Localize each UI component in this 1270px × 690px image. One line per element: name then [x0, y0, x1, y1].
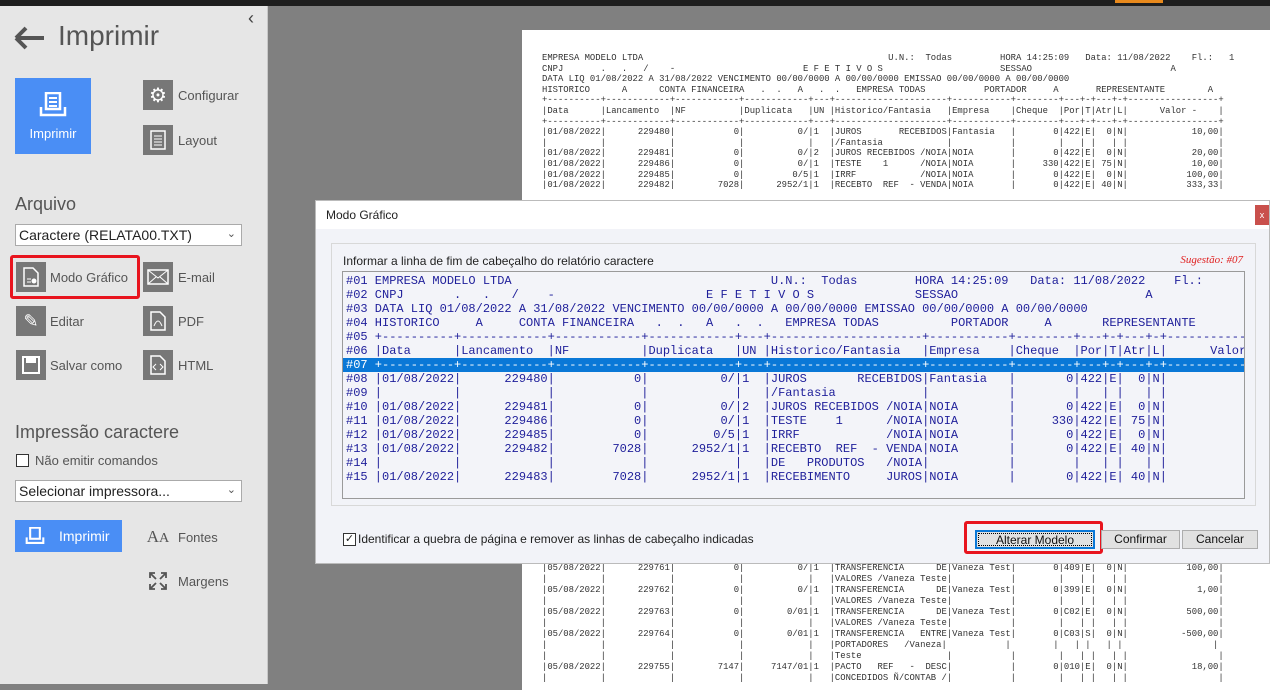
report-line: |05/08/2022| 229763| 0| 0/01|1 |TRANSFER… — [542, 607, 1224, 617]
layout-button[interactable]: Layout — [178, 133, 217, 148]
print-small-label: Imprimir — [59, 528, 110, 544]
list-item[interactable]: #06 |Data |Lancamento |NF |Duplicata |UN… — [343, 344, 1244, 358]
impressora-select[interactable]: Selecionar impressora... ⌄ — [15, 480, 242, 502]
header-line-group: Informar a linha de fim de cabeçalho do … — [331, 243, 1256, 506]
report-line: |01/08/2022| 229486| 0| 0/|1 |TESTE 1 /N… — [542, 159, 1224, 169]
arquivo-select-value: Caractere (RELATA00.TXT) — [19, 227, 192, 243]
report-line: EMPRESA MODELO LTDA U.N.: Todas HORA 14:… — [542, 53, 1235, 63]
report-line: |01/08/2022| 229482| 7028| 2952/1|1 |REC… — [542, 180, 1224, 191]
print-button-label: Imprimir — [29, 126, 77, 141]
list-item[interactable]: #10 |01/08/2022| 229481| 0| 0/|2 |JUROS … — [343, 400, 1244, 414]
remove-header-checkbox-label: Identificar a quebra de página e remover… — [358, 532, 754, 546]
printer-icon — [25, 527, 45, 544]
list-item[interactable]: #02 CNPJ . . / - E F E T I V O S SESSAO … — [343, 288, 1244, 302]
report-line: |01/08/2022| 229481| 0| 0/|2 |JUROS RECE… — [542, 148, 1224, 159]
impressao-caractere-heading: Impressão caractere — [15, 422, 180, 442]
fonts-icon[interactable]: AA — [143, 522, 173, 552]
email-button[interactable]: E-mail — [178, 270, 215, 285]
report-line: HISTORICO A CONTA FINANCEIRA . . A . . E… — [542, 84, 1214, 95]
editar-button[interactable]: Editar — [50, 314, 84, 329]
print-button-large[interactable]: Imprimir — [15, 78, 91, 154]
back-arrow-icon[interactable] — [14, 26, 46, 50]
list-item[interactable]: #15 |01/08/2022| 229483| 7028| 2952/1|1 … — [343, 470, 1244, 484]
report-line: |Data |Lancamento |NF |Duplicata |UN |Hi… — [542, 106, 1224, 116]
dialog-title: Modo Gráfico — [316, 201, 1269, 229]
impressora-select-value: Selecionar impressora... — [19, 483, 170, 499]
report-line: DATA LIQ 01/08/2022 A 31/08/2022 VENCIME… — [542, 74, 1070, 85]
alterar-modelo-button[interactable]: Alterar Modelo — [975, 530, 1095, 549]
confirmar-button[interactable]: Confirmar — [1101, 530, 1180, 549]
list-item[interactable]: #12 |01/08/2022| 229485| 0| 0/5|1 |IRRF … — [343, 428, 1244, 442]
fontes-button[interactable]: Fontes — [178, 530, 218, 545]
list-item[interactable]: #08 |01/08/2022| 229480| 0| 0/|1 |JUROS … — [343, 372, 1244, 386]
collapse-sidebar-icon[interactable]: ‹ — [248, 8, 254, 29]
margins-expand-icon[interactable] — [143, 566, 173, 596]
remove-header-checkbox[interactable]: ✓ — [343, 532, 356, 546]
list-item[interactable]: #03 DATA LIQ 01/08/2022 A 31/08/2022 VEN… — [343, 302, 1244, 316]
report-line: |05/08/2022| 229755| 7147| 7147/01|1 |PA… — [542, 662, 1224, 672]
page-title: Imprimir — [58, 20, 160, 51]
list-item[interactable]: #09 | | | | | |/Fantasia | | | | | | | — [343, 386, 1244, 400]
list-item[interactable]: #04 HISTORICO A CONTA FINANCEIRA . . A .… — [343, 316, 1244, 330]
report-line: | | | | | |Teste | | | | | | | | — [542, 651, 1224, 661]
gear-icon[interactable]: ⚙ — [143, 80, 173, 110]
nao-emitir-checkbox[interactable] — [16, 454, 29, 467]
report-line: CNPJ . . / - E F E T I V O S SESSAO A — [542, 63, 1176, 74]
report-line: +----------+------------+------------+--… — [542, 95, 1224, 106]
margens-button[interactable]: Margens — [178, 574, 229, 589]
list-item[interactable]: #05 +----------+------------+-----------… — [343, 330, 1244, 344]
printer-icon — [39, 92, 67, 117]
report-line: |05/08/2022| 229761| 0| 0/|1 |TRANSFEREN… — [542, 563, 1224, 573]
modo-grafico-button[interactable]: Modo Gráfico — [50, 270, 128, 285]
nao-emitir-label: Não emitir comandos — [35, 453, 158, 468]
list-item[interactable]: #11 |01/08/2022| 229486| 0| 0/|1 |TESTE … — [343, 414, 1244, 428]
chevron-down-icon: ⌄ — [226, 484, 236, 496]
report-line: |05/08/2022| 229764| 0| 0/01|1 |TRANSFER… — [542, 629, 1224, 639]
arquivo-select[interactable]: Caractere (RELATA00.TXT) ⌄ — [15, 224, 242, 246]
close-icon[interactable]: x — [1255, 205, 1269, 225]
cancelar-button[interactable]: Cancelar — [1182, 530, 1258, 549]
html-code-icon[interactable] — [143, 350, 173, 380]
graphic-mode-file-icon[interactable] — [16, 262, 46, 292]
remove-header-checkbox-row[interactable]: ✓ Identificar a quebra de página e remov… — [343, 532, 754, 546]
report-line: |01/08/2022| 229485| 0| 0/5|1 |IRRF /NOI… — [542, 169, 1224, 180]
envelope-icon[interactable] — [143, 262, 173, 292]
chevron-down-icon: ⌄ — [226, 228, 236, 240]
report-line: | | | | | |CONCEDIDOS Ñ/CONTAB /| | | | … — [542, 673, 1224, 683]
top-bar-accent — [1115, 0, 1163, 3]
sidebar: ‹ Imprimir Imprimir ⚙ Configurar Layout … — [0, 6, 268, 684]
pdf-button[interactable]: PDF — [178, 314, 204, 329]
modo-grafico-dialog: Modo Gráfico x Informar a linha de fim d… — [315, 200, 1270, 564]
pdf-icon[interactable] — [143, 306, 173, 336]
suggestion-label: Sugestão: #07 — [1180, 254, 1243, 266]
salvar-como-button[interactable]: Salvar como — [50, 358, 122, 373]
list-item[interactable]: #13 |01/08/2022| 229482| 7028| 2952/1|1 … — [343, 442, 1244, 456]
list-item[interactable]: #07 +----------+------------+-----------… — [343, 358, 1244, 372]
floppy-disk-icon[interactable] — [16, 350, 46, 380]
report-line: | | | | | |PORTADORES /Vaneza| | | | | |… — [542, 640, 1219, 650]
report-line: | | | | | |VALORES /Vaneza Teste| | | | … — [542, 574, 1224, 584]
list-item[interactable]: #01 EMPRESA MODELO LTDA U.N.: Todas HORA… — [343, 274, 1244, 288]
configurar-button[interactable]: Configurar — [178, 88, 239, 103]
list-item[interactable]: #14 | | | | | |DE PRODUTOS /NOIA| | | | … — [343, 456, 1244, 470]
report-line: +----------+------------+------------+--… — [542, 116, 1224, 127]
report-line: | | | | | |VALORES /Vaneza Teste| | | | … — [542, 618, 1224, 628]
print-button-small[interactable]: Imprimir — [15, 520, 122, 552]
report-line: | | | | | |/Fantasia | | | | | | | | — [542, 137, 1224, 148]
layout-document-icon[interactable] — [143, 125, 173, 155]
arquivo-heading: Arquivo — [15, 194, 77, 214]
report-line: |05/08/2022| 229762| 0| 0/|1 |TRANSFEREN… — [542, 585, 1224, 595]
pencil-icon[interactable]: ✎ — [16, 306, 46, 336]
instruction-label: Informar a linha de fim de cabeçalho do … — [343, 254, 654, 268]
report-line: | | | | | |VALORES /Vaneza Teste| | | | … — [542, 596, 1224, 606]
html-button[interactable]: HTML — [178, 358, 213, 373]
report-lines-list[interactable]: #01 EMPRESA MODELO LTDA U.N.: Todas HORA… — [342, 271, 1245, 499]
report-line: |01/08/2022| 229480| 0| 0/|1 |JUROS RECE… — [542, 127, 1224, 138]
